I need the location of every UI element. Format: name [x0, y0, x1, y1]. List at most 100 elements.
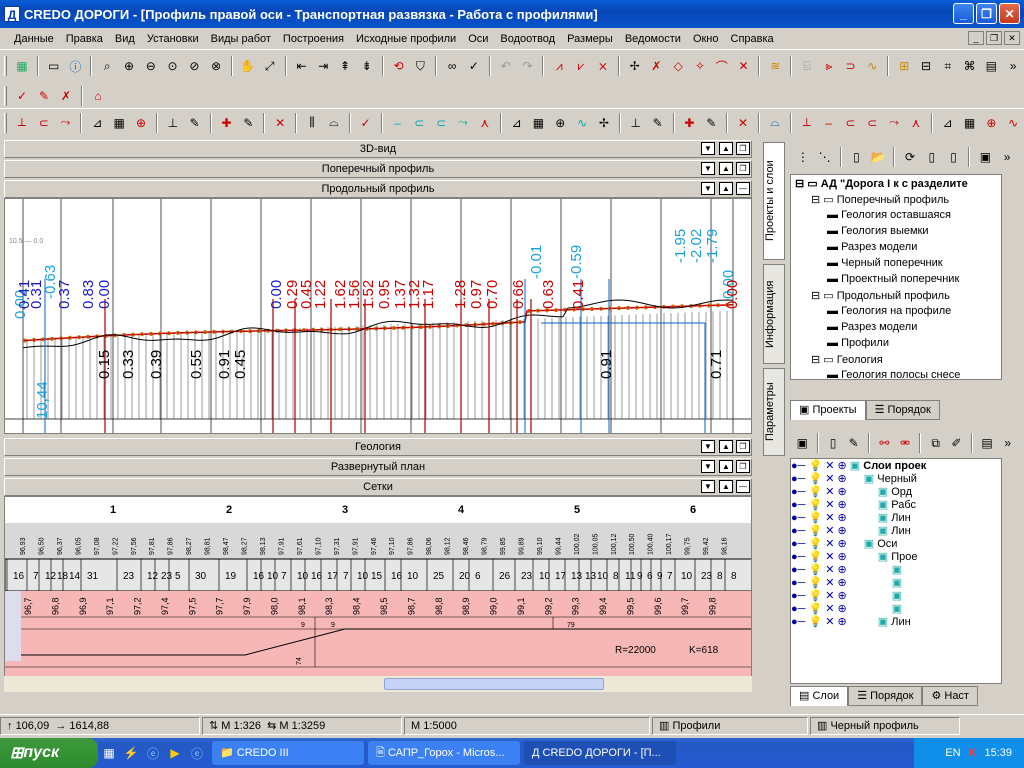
menu-view[interactable]: Вид: [109, 33, 141, 45]
tab-layers[interactable]: ▤ Слои: [790, 686, 849, 706]
vertex-move-icon[interactable]: ◇: [668, 56, 688, 76]
layer-link-icon[interactable]: ⚯: [875, 433, 894, 453]
layer-row[interactable]: ●─ 💡 ✕ ⊕ ▣: [791, 589, 1001, 602]
tree-node[interactable]: ▬ Геология выемки: [827, 225, 929, 237]
d31-icon[interactable]: ⟂: [797, 113, 817, 133]
grid-scrollbar[interactable]: [5, 591, 21, 661]
doc-icon[interactable]: ▯: [922, 147, 942, 167]
tree-node[interactable]: ⊟ ▭ АД "Дорога I к с разделите: [795, 177, 968, 190]
properties-icon[interactable]: ▣: [975, 147, 995, 167]
project-tree[interactable]: ⊟ ▭ АД "Дорога I к с разделите ⊟ ▭ Попере…: [790, 174, 1002, 380]
profile-add-icon[interactable]: ⩗: [571, 56, 591, 76]
title-bar[interactable]: Д CREDO ДОРОГИ - [Профиль правой оси - Т…: [0, 0, 1024, 28]
d29-icon[interactable]: ✕: [733, 113, 753, 133]
tree-node[interactable]: ▬ Профили: [827, 337, 889, 349]
layer-controls-icon[interactable]: ●─ 💡 ✕ ⊕: [791, 564, 850, 576]
layer-controls-icon[interactable]: ●─ 💡 ✕ ⊕: [791, 616, 850, 628]
restore-icon[interactable]: ❐: [736, 142, 750, 155]
expand-icon[interactable]: »: [1003, 56, 1023, 76]
layer-row[interactable]: ●─ 💡 ✕ ⊕ ▣ Слои проек: [791, 459, 1001, 472]
chevron-up-icon[interactable]: ▲: [719, 142, 733, 155]
chevron-up-icon[interactable]: ▲: [719, 460, 733, 473]
tab-projects[interactable]: ▣ Проекты: [790, 400, 866, 420]
symbol-icon[interactable]: ⊞: [894, 56, 914, 76]
chevron-down-icon[interactable]: ▼: [701, 142, 715, 155]
layer-controls-icon[interactable]: ●─ 💡 ✕ ⊕: [791, 499, 850, 511]
tree-node[interactable]: ▬ Геология оставшаяся: [827, 209, 951, 221]
close-button[interactable]: ✕: [999, 3, 1020, 24]
chevron-up-icon[interactable]: ▲: [719, 182, 733, 195]
d16-icon[interactable]: ⊂: [409, 113, 429, 133]
menu-settings[interactable]: Установки: [141, 33, 205, 45]
language-indicator[interactable]: EN: [945, 747, 960, 759]
d26-icon[interactable]: ✎: [648, 113, 668, 133]
d13-icon[interactable]: ⌓: [324, 113, 344, 133]
tree-node[interactable]: ⊟ ▭ Поперечный профиль: [811, 193, 949, 206]
restore-icon[interactable]: ❐: [736, 162, 750, 175]
d17-icon[interactable]: ⊂: [431, 113, 451, 133]
next-icon[interactable]: ⇥: [313, 56, 333, 76]
minimize-icon[interactable]: —: [736, 480, 750, 493]
tree-node[interactable]: ▬ Геология на профиле: [827, 305, 951, 317]
layer-row[interactable]: ●─ 💡 ✕ ⊕ ▣ Лин: [791, 511, 1001, 524]
menu-axes[interactable]: Оси: [462, 33, 494, 45]
tree-node[interactable]: ▬ Проектный поперечник: [827, 273, 959, 285]
d9-icon[interactable]: ✚: [217, 113, 237, 133]
d5-icon[interactable]: ▦: [109, 113, 129, 133]
quicklaunch2-icon[interactable]: ⚡: [121, 743, 141, 763]
up-icon[interactable]: ⇞: [335, 56, 355, 76]
layer-controls-icon[interactable]: ●─ 💡 ✕ ⊕: [791, 603, 850, 615]
arc-icon[interactable]: ⌒: [712, 56, 732, 76]
d15-icon[interactable]: –: [388, 113, 408, 133]
chevron-down-icon[interactable]: ▼: [701, 182, 715, 195]
d1-icon[interactable]: ⟂: [12, 113, 32, 133]
zoom-window-icon[interactable]: ⌕: [97, 56, 117, 76]
panel-3d-view[interactable]: 3D-вид ▼ ▲ ❐: [4, 140, 752, 158]
symbol3-icon[interactable]: ⌗: [938, 56, 958, 76]
profile-edit2-icon[interactable]: ✎: [34, 86, 54, 106]
d19-icon[interactable]: ⋏: [475, 113, 495, 133]
restore-icon[interactable]: ❐: [736, 440, 750, 453]
layer-row[interactable]: ●─ 💡 ✕ ⊕ ▣: [791, 602, 1001, 615]
layer-more-icon[interactable]: ▤: [978, 433, 997, 453]
d14-icon[interactable]: ✓: [356, 113, 376, 133]
layer-row[interactable]: ●─ 💡 ✕ ⊕ ▣ Лин: [791, 524, 1001, 537]
d36-icon[interactable]: ⋏: [906, 113, 926, 133]
chevron-down-icon[interactable]: ▼: [701, 162, 715, 175]
tab-layer-order[interactable]: ☰ Порядок: [848, 686, 923, 706]
vertex-icon[interactable]: ✢: [625, 56, 645, 76]
layers-list[interactable]: ●─ 💡 ✕ ⊕ ▣ Слои проек ●─ 💡 ✕ ⊕ ▣ Черный ●─…: [790, 458, 1002, 684]
tab-information[interactable]: Информация: [763, 264, 785, 364]
d23-icon[interactable]: ∿: [572, 113, 592, 133]
d22-icon[interactable]: ⊕: [550, 113, 570, 133]
d2-icon[interactable]: ⊂: [34, 113, 54, 133]
down-icon[interactable]: ⇟: [357, 56, 377, 76]
highlight-icon[interactable]: ≋: [765, 56, 785, 76]
d27-icon[interactable]: ✚: [680, 113, 700, 133]
layer-controls-icon[interactable]: ●─ 💡 ✕ ⊕: [791, 525, 850, 537]
scroll-thumb[interactable]: [384, 678, 604, 690]
tree-node[interactable]: ▬ Геология полосы снесе: [827, 369, 960, 379]
check-icon[interactable]: ✓: [464, 56, 484, 76]
chevron-down-icon[interactable]: ▼: [701, 440, 715, 453]
menu-source-profiles[interactable]: Исходные профили: [350, 33, 462, 45]
mdi-close-button[interactable]: ✕: [1004, 31, 1020, 45]
open-folder-icon[interactable]: 📂: [868, 147, 888, 167]
layer-controls-icon[interactable]: ●─ 💡 ✕ ⊕: [791, 486, 850, 498]
more-icon[interactable]: »: [997, 147, 1017, 167]
redo-icon[interactable]: ↷: [518, 56, 538, 76]
d39-icon[interactable]: ⊕: [981, 113, 1001, 133]
select-icon[interactable]: ⟲: [389, 56, 409, 76]
d40-icon[interactable]: ∿: [1003, 113, 1023, 133]
task-credo3[interactable]: 📁 CREDO III: [212, 741, 364, 765]
zoom-prev-icon[interactable]: ⊘: [184, 56, 204, 76]
d33-icon[interactable]: ⊂: [840, 113, 860, 133]
d11-icon[interactable]: ✕: [270, 113, 290, 133]
layer-row[interactable]: ●─ 💡 ✕ ⊕ ▣ Рабс: [791, 498, 1001, 511]
layer-doc-icon[interactable]: ▯: [824, 433, 843, 453]
layer-props-icon[interactable]: ▣: [793, 433, 812, 453]
layers-icon[interactable]: ▦: [12, 56, 32, 76]
layer-pencil-icon[interactable]: ✐: [947, 433, 966, 453]
d25-icon[interactable]: ⊥: [626, 113, 646, 133]
d38-icon[interactable]: ▦: [960, 113, 980, 133]
